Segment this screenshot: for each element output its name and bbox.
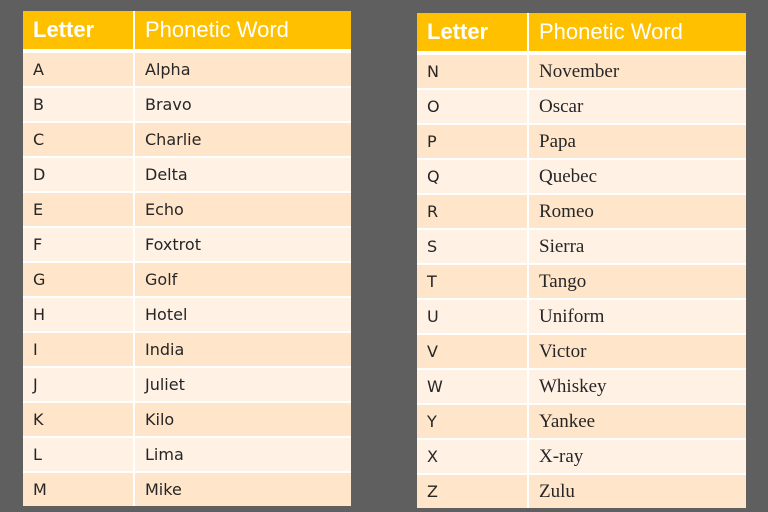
phonetic-word-cell: November (529, 55, 746, 90)
letter-cell: N (417, 55, 529, 90)
phonetic-word-cell: Papa (529, 125, 746, 160)
header-letter: Letter (23, 11, 135, 53)
table-row: W Whiskey (417, 370, 746, 405)
phonetic-table-n-z: Letter Phonetic Word N November O Oscar P Pap… (417, 13, 746, 508)
letter-cell: S (417, 230, 529, 265)
header-phonetic-word: Phonetic Word (135, 11, 351, 53)
table-row: T Tango (417, 265, 746, 300)
table-row: R Romeo (417, 195, 746, 230)
letter-cell: H (23, 298, 135, 333)
phonetic-word-cell: X-ray (529, 440, 746, 475)
letter-cell: Y (417, 405, 529, 440)
table-row: J Juliet (23, 368, 351, 403)
table-row: O Oscar (417, 90, 746, 125)
table-row: M Mike (23, 473, 351, 506)
header-letter: Letter (417, 13, 529, 55)
table-row: B Bravo (23, 88, 351, 123)
table-row: G Golf (23, 263, 351, 298)
phonetic-word-cell: Bravo (135, 88, 351, 123)
letter-cell: V (417, 335, 529, 370)
table-row: V Victor (417, 335, 746, 370)
letter-cell: T (417, 265, 529, 300)
table-row: N November (417, 55, 746, 90)
phonetic-word-cell: Mike (135, 473, 351, 506)
phonetic-word-cell: Lima (135, 438, 351, 473)
table-row: K Kilo (23, 403, 351, 438)
table-body: A Alpha B Bravo C Charlie D Delta E Echo F Foxtrot G… (23, 53, 351, 506)
table-row: H Hotel (23, 298, 351, 333)
table-row: X X-ray (417, 440, 746, 475)
phonetic-word-cell: Uniform (529, 300, 746, 335)
letter-cell: P (417, 125, 529, 160)
phonetic-word-cell: Zulu (529, 475, 746, 508)
header-phonetic-word: Phonetic Word (529, 13, 746, 55)
phonetic-word-cell: Romeo (529, 195, 746, 230)
letter-cell: A (23, 53, 135, 88)
phonetic-word-cell: Quebec (529, 160, 746, 195)
phonetic-word-cell: Victor (529, 335, 746, 370)
table-row: Z Zulu (417, 475, 746, 508)
letter-cell: X (417, 440, 529, 475)
phonetic-word-cell: Oscar (529, 90, 746, 125)
table-row: S Sierra (417, 230, 746, 265)
letter-cell: F (23, 228, 135, 263)
letter-cell: B (23, 88, 135, 123)
letter-cell: K (23, 403, 135, 438)
letter-cell: M (23, 473, 135, 506)
phonetic-word-cell: Hotel (135, 298, 351, 333)
table-row: A Alpha (23, 53, 351, 88)
letter-cell: U (417, 300, 529, 335)
table-row: D Delta (23, 158, 351, 193)
table-header-row: Letter Phonetic Word (23, 11, 351, 53)
letter-cell: D (23, 158, 135, 193)
phonetic-word-cell: Tango (529, 265, 746, 300)
phonetic-word-cell: Sierra (529, 230, 746, 265)
letter-cell: L (23, 438, 135, 473)
table-row: P Papa (417, 125, 746, 160)
letter-cell: I (23, 333, 135, 368)
letter-cell: Q (417, 160, 529, 195)
phonetic-word-cell: Charlie (135, 123, 351, 158)
letter-cell: W (417, 370, 529, 405)
phonetic-word-cell: Kilo (135, 403, 351, 438)
phonetic-word-cell: Golf (135, 263, 351, 298)
letter-cell: C (23, 123, 135, 158)
table-row: Q Quebec (417, 160, 746, 195)
phonetic-word-cell: Whiskey (529, 370, 746, 405)
letter-cell: O (417, 90, 529, 125)
table-body: N November O Oscar P Papa Q Quebec R Romeo S Sierra… (417, 55, 746, 508)
table-row: C Charlie (23, 123, 351, 158)
table-row: F Foxtrot (23, 228, 351, 263)
phonetic-word-cell: Alpha (135, 53, 351, 88)
table-row: Y Yankee (417, 405, 746, 440)
letter-cell: E (23, 193, 135, 228)
phonetic-word-cell: Yankee (529, 405, 746, 440)
phonetic-word-cell: Echo (135, 193, 351, 228)
table-row: E Echo (23, 193, 351, 228)
letter-cell: J (23, 368, 135, 403)
table-row: I India (23, 333, 351, 368)
phonetic-word-cell: India (135, 333, 351, 368)
table-row: U Uniform (417, 300, 746, 335)
table-header-row: Letter Phonetic Word (417, 13, 746, 55)
phonetic-word-cell: Juliet (135, 368, 351, 403)
phonetic-word-cell: Delta (135, 158, 351, 193)
phonetic-word-cell: Foxtrot (135, 228, 351, 263)
phonetic-table-a-m: Letter Phonetic Word A Alpha B Bravo C Charli… (23, 11, 351, 506)
letter-cell: R (417, 195, 529, 230)
letter-cell: Z (417, 475, 529, 508)
table-row: L Lima (23, 438, 351, 473)
letter-cell: G (23, 263, 135, 298)
